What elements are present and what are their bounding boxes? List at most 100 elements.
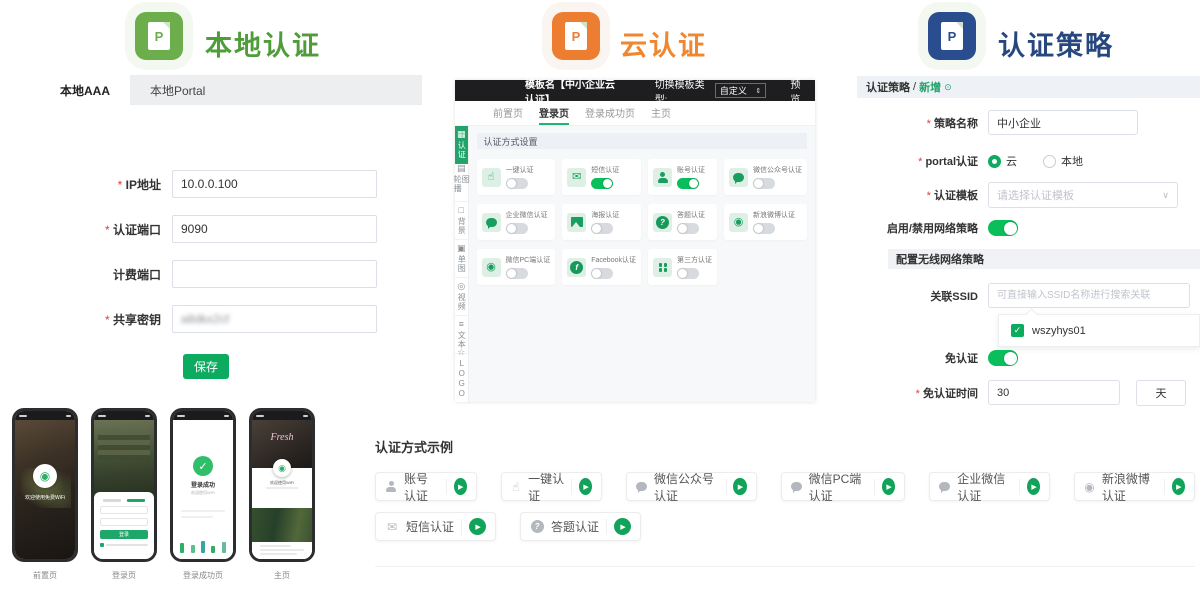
editor-content: 认证方式设置 ☝ 一键认证 ✉ 短信认证 账号认证	[469, 126, 815, 402]
weibo-icon: ◉	[729, 213, 748, 232]
example-sms-auth[interactable]: ✉ 短信认证 ▶	[375, 512, 496, 541]
template-type-select[interactable]: 自定义 ⇕	[715, 83, 767, 98]
login-card: 登录	[94, 492, 154, 559]
wechat-official-toggle[interactable]	[753, 178, 775, 189]
radio-cloud[interactable]	[988, 155, 1001, 168]
select-caret-icon: ⇕	[756, 87, 762, 95]
tab-front-page[interactable]: 前置页	[493, 101, 523, 125]
example-wecom-auth[interactable]: 企业微信认证 ▶	[929, 472, 1050, 501]
example-wechat-pc-auth[interactable]: 微信PC端认证 ▶	[781, 472, 906, 501]
checkbox-checked-icon[interactable]: ✓	[1011, 324, 1024, 337]
carousel-icon: ▤	[457, 164, 466, 173]
facebook-toggle[interactable]	[591, 268, 613, 279]
auth-template-select[interactable]: 请选择认证模板 ∨	[988, 182, 1178, 208]
billing-port-input[interactable]	[172, 260, 377, 288]
field-row-billing-port: 计费端口	[40, 260, 377, 288]
policy-name-input[interactable]	[988, 110, 1138, 135]
store-photo	[15, 420, 75, 559]
save-button[interactable]: 保存	[183, 354, 229, 379]
tab-login-page[interactable]: 登录页	[539, 101, 569, 125]
tab-local-aaa[interactable]: 本地AAA	[40, 75, 130, 105]
method-card-wechat-pc: ◉ 微信PC端认证	[477, 249, 556, 285]
method-card-one-click: ☝ 一键认证	[477, 159, 556, 195]
sidebar-item-carousel[interactable]: ▤ 轮播图	[455, 164, 468, 202]
quiz-toggle[interactable]	[677, 223, 699, 234]
ip-label: IP地址	[40, 176, 172, 193]
wireless-section-title: 配置无线网络策略	[888, 249, 1200, 269]
account-icon	[385, 481, 397, 492]
wifi-logo: ◉	[33, 464, 57, 488]
play-icon[interactable]: ▶	[469, 518, 486, 535]
status-bar	[94, 411, 154, 420]
local-auth-title: 本地认证	[205, 24, 321, 63]
editor-topbar: 模板名【中小企业云认证】 切换模板类型: 自定义 ⇕ 预览	[455, 80, 815, 101]
sms-toggle[interactable]	[591, 178, 613, 189]
sidebar-item-logo[interactable]: ☆ LOGO	[455, 354, 468, 392]
example-account-auth[interactable]: 账号认证 ▶	[375, 472, 477, 501]
play-icon[interactable]: ▶	[579, 478, 592, 495]
sidebar-item-background[interactable]: □ 背景	[455, 202, 468, 240]
local-tabbar: 本地AAA 本地Portal	[40, 75, 422, 105]
image-icon: ▣	[457, 244, 466, 253]
ssid-dropdown: ✓ wszyhys01	[998, 314, 1200, 347]
breadcrumb-current: 新增	[919, 79, 941, 95]
play-icon[interactable]: ▶	[1172, 478, 1185, 495]
third-party-toggle[interactable]	[677, 268, 699, 279]
example-wechat-official-auth[interactable]: 微信公众号认证 ▶	[626, 472, 757, 501]
account-toggle[interactable]	[677, 178, 699, 189]
text-icon: ≡	[459, 320, 464, 329]
play-icon[interactable]: ▶	[882, 478, 895, 495]
wechat-pc-icon	[791, 482, 802, 491]
sidebar-item-single-image[interactable]: ▣ 单图	[455, 240, 468, 278]
play-icon[interactable]: ▶	[614, 518, 631, 535]
weibo-toggle[interactable]	[753, 223, 775, 234]
example-one-click-auth[interactable]: ☝ 一键认证 ▶	[501, 472, 603, 501]
wechat-pc-toggle[interactable]	[506, 268, 528, 279]
ssid-option-label[interactable]: wszyhys01	[1032, 325, 1086, 337]
tab-login-success-page[interactable]: 登录成功页	[585, 101, 635, 125]
enable-policy-label: 启用/禁用网络策略	[856, 220, 988, 236]
chevron-down-icon: ∨	[1162, 190, 1169, 201]
preview-button[interactable]: 预览	[790, 76, 807, 106]
success-title: 登录成功	[173, 480, 233, 489]
radio-local[interactable]	[1043, 155, 1056, 168]
time-unit-box[interactable]: 天	[1136, 380, 1186, 406]
phone-previews: ◉ 欢迎使用免费WiFi 登录	[12, 408, 315, 562]
breadcrumb-root[interactable]: 认证策略	[866, 79, 910, 95]
wecom-toggle[interactable]	[506, 223, 528, 234]
enable-policy-toggle[interactable]	[988, 220, 1018, 236]
shared-key-masked-value: a8dkx2cf	[181, 312, 229, 326]
grid-icon: ▦	[457, 130, 466, 139]
one-click-toggle[interactable]	[506, 178, 528, 189]
document-icon: P	[565, 22, 587, 50]
tab-local-portal[interactable]: 本地Portal	[130, 75, 225, 105]
play-icon[interactable]: ▶	[454, 478, 467, 495]
shared-key-input[interactable]: a8dkx2cf	[172, 305, 377, 333]
policy-title: 认证策略	[998, 24, 1114, 63]
sidebar-item-video[interactable]: ◎ 视频	[455, 278, 468, 316]
poster-toggle[interactable]	[591, 223, 613, 234]
ssid-label: 关联SSID	[856, 288, 988, 304]
password-field	[100, 518, 148, 526]
example-quiz-auth[interactable]: ? 答题认证 ▶	[520, 512, 641, 541]
play-icon[interactable]: ▶	[1027, 478, 1040, 495]
example-weibo-auth[interactable]: ◉ 新浪微博认证 ▶	[1074, 472, 1195, 501]
login-button: 登录	[100, 530, 148, 539]
auth-port-input[interactable]	[172, 215, 377, 243]
field-row-ip: IP地址	[40, 170, 377, 198]
ip-input[interactable]	[172, 170, 377, 198]
free-auth-time-input[interactable]	[988, 380, 1120, 405]
sidebar-item-auth[interactable]: ▦ 认证	[455, 126, 468, 164]
ssid-search-input[interactable]	[988, 283, 1190, 308]
method-card-wechat-official: 微信公众号认证	[724, 159, 807, 195]
sms-icon: ✉	[385, 521, 399, 533]
welcome-text: 欢迎使用免费WiFi	[15, 494, 75, 501]
field-row-auth-port: 认证端口	[40, 215, 377, 243]
policy-breadcrumb: 认证策略 / 新增 ⊙	[857, 76, 1200, 98]
account-icon	[653, 168, 672, 187]
page: P 本地认证 本地AAA 本地Portal IP地址 认证端口 计费端口 共享密…	[0, 0, 1200, 591]
tab-home-page[interactable]: 主页	[651, 101, 671, 125]
free-auth-toggle[interactable]	[988, 350, 1018, 366]
play-icon[interactable]: ▶	[733, 478, 746, 495]
portal-auth-row: portal认证 云 本地	[856, 153, 1109, 169]
